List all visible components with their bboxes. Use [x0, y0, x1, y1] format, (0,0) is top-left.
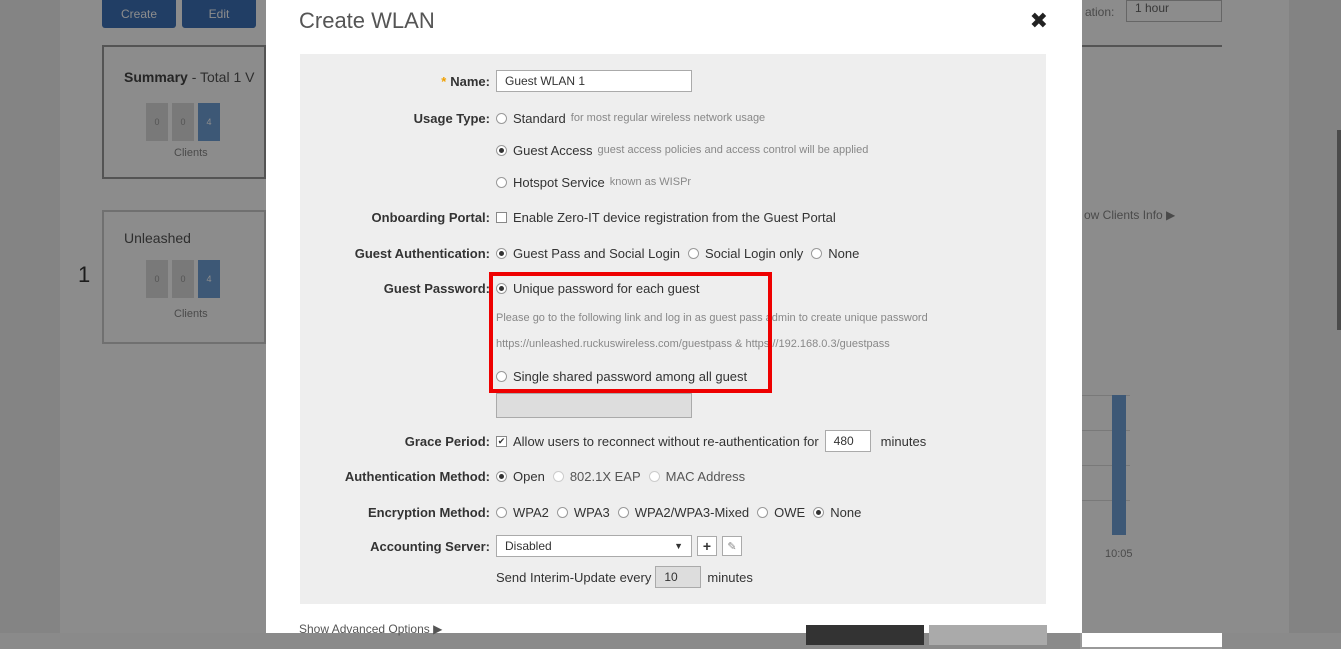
encryption-none[interactable]: None: [813, 505, 861, 520]
name-label: Name:: [450, 73, 490, 89]
auth-method-mac[interactable]: MAC Address: [648, 469, 745, 484]
required-mark: *: [441, 73, 447, 89]
onboarding-portal-checkbox[interactable]: Enable Zero-IT device registration from …: [496, 210, 836, 225]
radio-icon[interactable]: [687, 247, 699, 259]
auth-method-open[interactable]: Open: [496, 469, 545, 484]
encryption-wpa2[interactable]: WPA2: [496, 505, 549, 520]
ok-button[interactable]: [806, 625, 924, 645]
radio-icon[interactable]: [496, 112, 507, 124]
close-x-icon[interactable]: ✖: [1030, 10, 1048, 32]
radio-icon[interactable]: [813, 506, 825, 518]
accounting-label: Accounting Server:: [370, 538, 490, 554]
usage-type-row: Usage Type: Standard for most regular wi…: [300, 108, 1046, 128]
name-input[interactable]: Guest WLAN 1: [496, 70, 692, 92]
grace-period-row: Grace Period: ✔ Allow users to reconnect…: [300, 430, 1046, 452]
encryption-wpa2-wpa3-mixed[interactable]: WPA2/WPA3-Mixed: [617, 505, 749, 520]
name-row: * Name: Guest WLAN 1: [300, 70, 1046, 92]
radio-icon[interactable]: [811, 247, 823, 259]
radio-icon[interactable]: [552, 470, 564, 482]
accounting-select[interactable]: Disabled ▼: [496, 535, 692, 557]
interim-prefix: Send Interim-Update every: [496, 569, 652, 585]
encryption-wpa3[interactable]: WPA3: [556, 505, 610, 520]
shared-password-input: [496, 393, 692, 418]
grace-period-label: Grace Period:: [404, 433, 490, 449]
guest-auth-row: Guest Authentication: Guest Pass and Soc…: [300, 243, 1046, 263]
auth-method-label: Authentication Method:: [344, 468, 490, 484]
usage-type-hotspot[interactable]: Hotspot Service known as WISPr: [496, 175, 691, 190]
add-icon[interactable]: +: [697, 536, 717, 556]
radio-icon[interactable]: [556, 506, 568, 518]
auth-method-8021x[interactable]: 802.1X EAP: [552, 469, 641, 484]
radio-icon[interactable]: [617, 506, 629, 518]
checkbox-checked-icon[interactable]: ✔: [496, 435, 507, 447]
show-advanced-options-link[interactable]: Show Advanced Options ▶: [299, 622, 442, 636]
radio-icon[interactable]: [496, 144, 507, 156]
onboarding-portal-label: Onboarding Portal:: [371, 209, 490, 225]
interim-update-row: Send Interim-Update every 10 minutes: [300, 566, 1046, 588]
onboarding-portal-row: Onboarding Portal: Enable Zero-IT device…: [300, 207, 1046, 227]
edit-pencil-icon[interactable]: ✎: [722, 536, 742, 556]
guest-auth-label: Guest Authentication:: [354, 245, 490, 261]
radio-icon[interactable]: [496, 176, 507, 188]
interim-unit: minutes: [707, 569, 753, 585]
usage-type-label: Usage Type:: [413, 110, 490, 126]
highlight-box: [489, 272, 772, 393]
encryption-label: Encryption Method:: [367, 504, 490, 520]
auth-method-row: Authentication Method: Open 802.1X EAP M…: [300, 466, 1046, 486]
radio-icon[interactable]: [496, 470, 507, 482]
radio-icon[interactable]: [757, 506, 769, 518]
grace-period-unit: minutes: [880, 433, 927, 449]
checkbox-icon[interactable]: [496, 211, 507, 223]
guest-auth-option-none[interactable]: None: [811, 246, 859, 261]
modal-title: Create WLAN: [299, 8, 435, 33]
usage-type-row: Guest Access guest access policies and a…: [300, 140, 1046, 160]
usage-type-guest-access[interactable]: Guest Access guest access policies and a…: [496, 143, 868, 158]
cancel-button[interactable]: [929, 625, 1047, 645]
create-wlan-modal: Create WLAN ✖ * Name: Guest WLAN 1 Usage …: [266, 0, 1082, 645]
grace-period-input[interactable]: 480: [824, 430, 871, 452]
guest-password-label: Guest Password:: [383, 280, 490, 296]
usage-type-row: Hotspot Service known as WISPr: [300, 172, 1046, 192]
guest-auth-option-social[interactable]: Guest Pass and Social Login: [496, 246, 680, 261]
dropdown-arrow-icon: ▼: [674, 541, 683, 551]
radio-icon[interactable]: [648, 470, 660, 482]
interim-input[interactable]: 10: [655, 566, 702, 588]
radio-icon[interactable]: [496, 247, 507, 259]
accounting-row: Accounting Server: Disabled ▼ + ✎: [300, 535, 1046, 557]
usage-type-standard[interactable]: Standard for most regular wireless netwo…: [496, 111, 765, 126]
guest-auth-option-social-only[interactable]: Social Login only: [687, 246, 803, 261]
encryption-row: Encryption Method: WPA2 WPA3 WPA2/WPA3-M…: [300, 502, 1046, 522]
grace-period-text: Allow users to reconnect without re-auth…: [513, 433, 819, 449]
encryption-owe[interactable]: OWE: [757, 505, 805, 520]
radio-icon[interactable]: [496, 506, 507, 518]
